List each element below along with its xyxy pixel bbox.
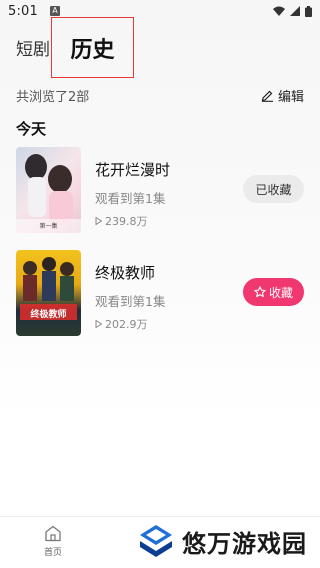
status-icons <box>273 5 312 17</box>
tab-short-drama[interactable]: 短剧 <box>16 35 50 60</box>
view-count-value: 239.8万 <box>105 215 148 228</box>
status-time: 5:01 <box>8 3 38 19</box>
section-today-title: 今天 <box>16 120 47 138</box>
view-count: 239.8万 <box>95 213 304 229</box>
history-screen: 5:01 A 短剧 历史 共浏览了2部 编辑 今天 第一集 花开烂漫时 观看到第… <box>0 0 320 568</box>
edit-button[interactable]: 编辑 <box>261 86 304 105</box>
drama-poster[interactable]: 第一集 <box>16 147 81 233</box>
list-item[interactable]: 终极教师 终极教师 观看到第1集 202.9万 收藏 <box>16 250 304 336</box>
top-tabs: 短剧 历史 <box>0 17 320 78</box>
view-count-value: 202.9万 <box>105 318 148 331</box>
nav-home-label: 首页 <box>43 548 62 558</box>
watermark: 悠万游戏园 <box>136 521 307 561</box>
watermark-text: 悠万游戏园 <box>182 529 307 558</box>
battery-icon <box>305 5 312 17</box>
pencil-icon <box>261 90 273 102</box>
tab-history-label: 历史 <box>70 37 115 63</box>
notification-icon: A <box>50 6 60 16</box>
favorited-label: 已收藏 <box>255 182 292 197</box>
favorite-label: 收藏 <box>268 285 293 300</box>
watermark-logo <box>140 525 172 557</box>
wifi-icon <box>273 6 285 16</box>
nav-home[interactable]: 首页 <box>38 525 68 558</box>
list-item[interactable]: 第一集 花开烂漫时 观看到第1集 239.8万 已收藏 <box>16 147 304 233</box>
favorite-button[interactable]: 收藏 <box>243 278 304 306</box>
poster-caption: 终极教师 <box>30 310 67 320</box>
status-bar: 5:01 A <box>0 0 320 22</box>
poster-caption: 第一集 <box>39 223 58 230</box>
poster-art <box>20 257 77 320</box>
browse-count-text: 共浏览了2部 <box>16 89 90 105</box>
play-icon <box>95 320 102 328</box>
home-icon <box>45 525 61 542</box>
view-count: 202.9万 <box>95 316 304 332</box>
summary-row: 共浏览了2部 编辑 <box>16 86 304 105</box>
play-icon <box>95 217 102 225</box>
tab-history[interactable]: 历史 <box>51 17 134 78</box>
signal-icon <box>290 6 300 16</box>
edit-label: 编辑 <box>277 89 304 105</box>
star-icon <box>254 286 266 298</box>
favorited-button[interactable]: 已收藏 <box>243 175 304 203</box>
drama-poster[interactable]: 终极教师 <box>16 250 81 336</box>
